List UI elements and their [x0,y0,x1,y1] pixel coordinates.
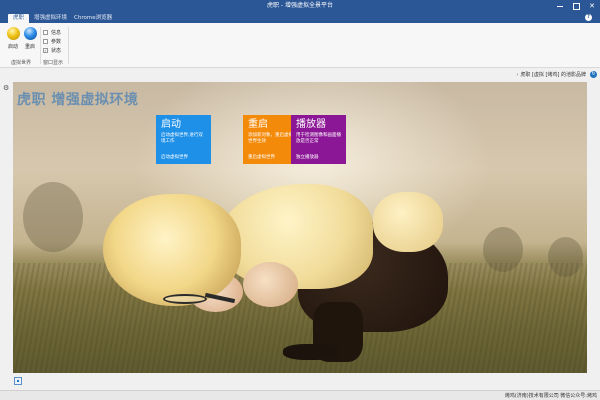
restart-button[interactable]: 重启 [22,27,38,50]
display-checkboxes: 信息 参数 ✓ 状态 [43,28,61,55]
status-bar: 烤鸡(济南)技术有限公司 微信公众号:烤鸡 [0,390,600,400]
child-sleeve [373,192,443,252]
breadcrumb-text: 虎职 [虚拟 [烤鸡] 的池影品牌 [520,72,586,78]
checkbox-params-box[interactable] [43,39,48,44]
tile-player-link[interactable]: 独立播放器 [296,154,319,160]
restart-button-label: 重启 [24,44,35,50]
tile-start-title: 启动 [161,119,181,130]
tile-restart-desc: 添加新对象，重启虚拟世界生效 [248,133,293,144]
tile-restart[interactable]: 重启 添加新对象，重启虚拟世界生效 重启虚拟世界 [243,115,298,164]
start-button-label: 启动 [7,44,18,50]
maximize-button[interactable] [572,2,580,10]
tab-chrome[interactable]: Chrome浏览器 [69,14,117,23]
window-title: 虎职 - 增强虚拟全景平台 [267,2,333,9]
group-divider [68,27,69,64]
address-bar: ‹ 虎职 [虚拟 [烤鸡] 的池影品牌 ↻ [0,68,600,82]
ribbon-panel: 启动 重启 信息 参数 ✓ 状态 虚拟世界 窗口显示 [0,23,600,68]
tile-restart-link[interactable]: 重启虚拟世界 [248,154,275,160]
tab-enhanced-virtual[interactable]: 增强虚拟环境 [29,14,72,23]
gear-icon[interactable]: ⚙ [3,84,11,92]
checkbox-info-label: 信息 [51,30,62,36]
breadcrumb[interactable]: ‹ 虎职 [虚拟 [烤鸡] 的池影品牌 [516,71,586,78]
tab-huzhi[interactable]: 虎职 [8,14,30,23]
checkbox-status-box[interactable]: ✓ [43,48,48,53]
checkbox-status-label: 状态 [51,48,62,54]
chevron-left-icon: ‹ [516,72,519,78]
ribbon-tab-row: 虎职 增强虚拟环境 Chrome浏览器 ? [0,12,600,23]
checkbox-info-box[interactable] [43,30,48,35]
status-text: 烤鸡(济南)技术有限公司 微信公众号:烤鸡 [504,393,597,399]
minimize-button[interactable] [556,2,564,10]
checkbox-params[interactable]: 参数 [43,37,61,46]
restart-orb-icon [23,27,37,40]
checkbox-params-label: 参数 [51,39,62,45]
tile-player-title: 播放器 [296,119,326,130]
refresh-icon[interactable]: ↻ [590,71,597,78]
close-button[interactable]: ✕ [588,2,596,10]
tile-start-desc: 启动虚拟世界,进行双境工作 [161,133,203,144]
background-tree [23,182,83,252]
group-label-window-display: 窗口显示 [43,60,64,66]
start-button[interactable]: 启动 [5,27,21,50]
tile-player[interactable]: 播放器 用于检测图像和画面播放是否正常 独立播放器 [291,115,346,164]
group-label-virtual-world: 虚拟世界 [11,60,32,66]
child-arm [243,262,298,307]
tile-start[interactable]: 启动 启动虚拟世界,进行双境工作 启动虚拟世界 [156,115,211,164]
title-bar: 虎职 - 增强虚拟全景平台 ✕ [0,0,600,12]
group-divider [40,27,41,64]
child-hair [103,194,241,306]
tile-player-desc: 用于检测图像和画面播放是否正常 [296,133,341,144]
checkbox-info[interactable]: 信息 [43,28,61,37]
panel-toggle-icon[interactable] [14,377,22,385]
bottom-toolbar [0,373,600,390]
tile-restart-title: 重启 [248,119,268,130]
checkbox-status[interactable]: ✓ 状态 [43,46,61,55]
help-icon[interactable]: ? [585,14,592,21]
main-content: 虎职 增强虚拟环境 启动 启动虚拟世界,进行双境工作 启动虚拟世界 重启 添加新… [13,82,587,373]
magnifying-glass-icon [163,294,207,304]
page-title: 虎职 增强虚拟环境 [17,92,139,108]
child-shoe [283,344,338,360]
start-orb-icon [6,27,20,40]
tile-start-link[interactable]: 启动虚拟世界 [161,154,188,160]
window-controls: ✕ [556,0,596,12]
